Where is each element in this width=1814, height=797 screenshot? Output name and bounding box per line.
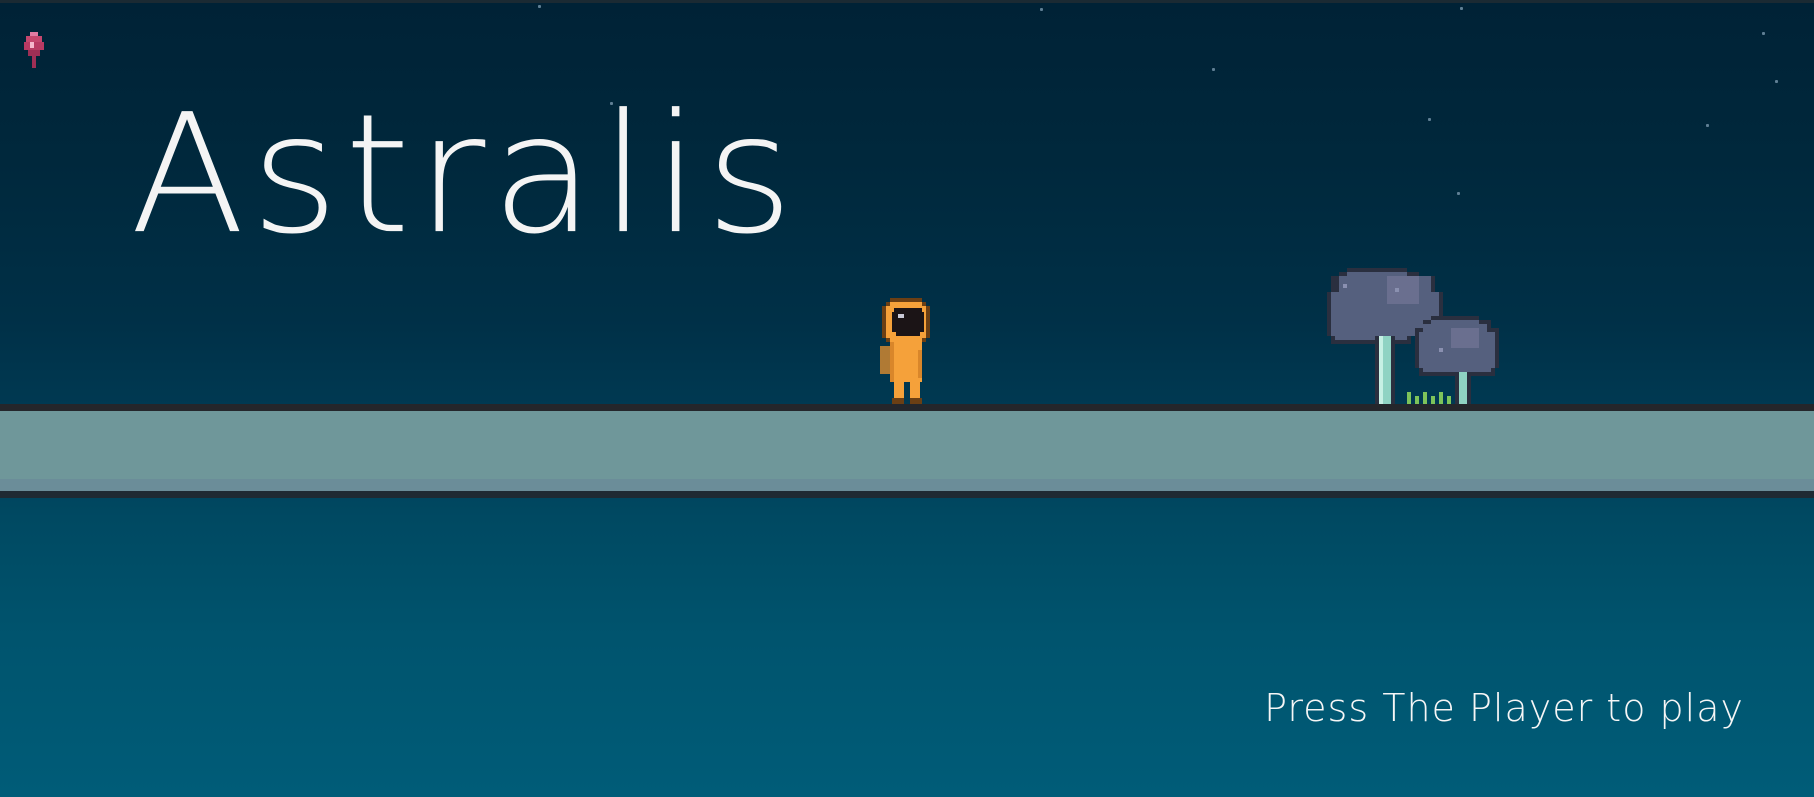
player-character[interactable] — [876, 298, 936, 410]
star — [1212, 68, 1215, 71]
pink-crystal-icon[interactable] — [20, 32, 48, 70]
platform-top-edge — [0, 404, 1814, 411]
star — [1040, 8, 1043, 11]
star — [1457, 192, 1460, 195]
star — [1428, 118, 1431, 121]
platform-bottom-edge — [0, 491, 1814, 498]
mushroom-trees — [1327, 268, 1499, 404]
game-title: Astralis — [130, 78, 800, 271]
platform-shade — [0, 479, 1814, 491]
play-prompt: Press The Player to play — [1264, 686, 1744, 730]
star — [1706, 124, 1709, 127]
star — [1460, 7, 1463, 10]
star — [1762, 32, 1765, 35]
star — [538, 5, 541, 8]
top-border — [0, 0, 1814, 3]
game-screen: Astralis Press The Player to play — [0, 0, 1814, 797]
star — [1775, 80, 1778, 83]
